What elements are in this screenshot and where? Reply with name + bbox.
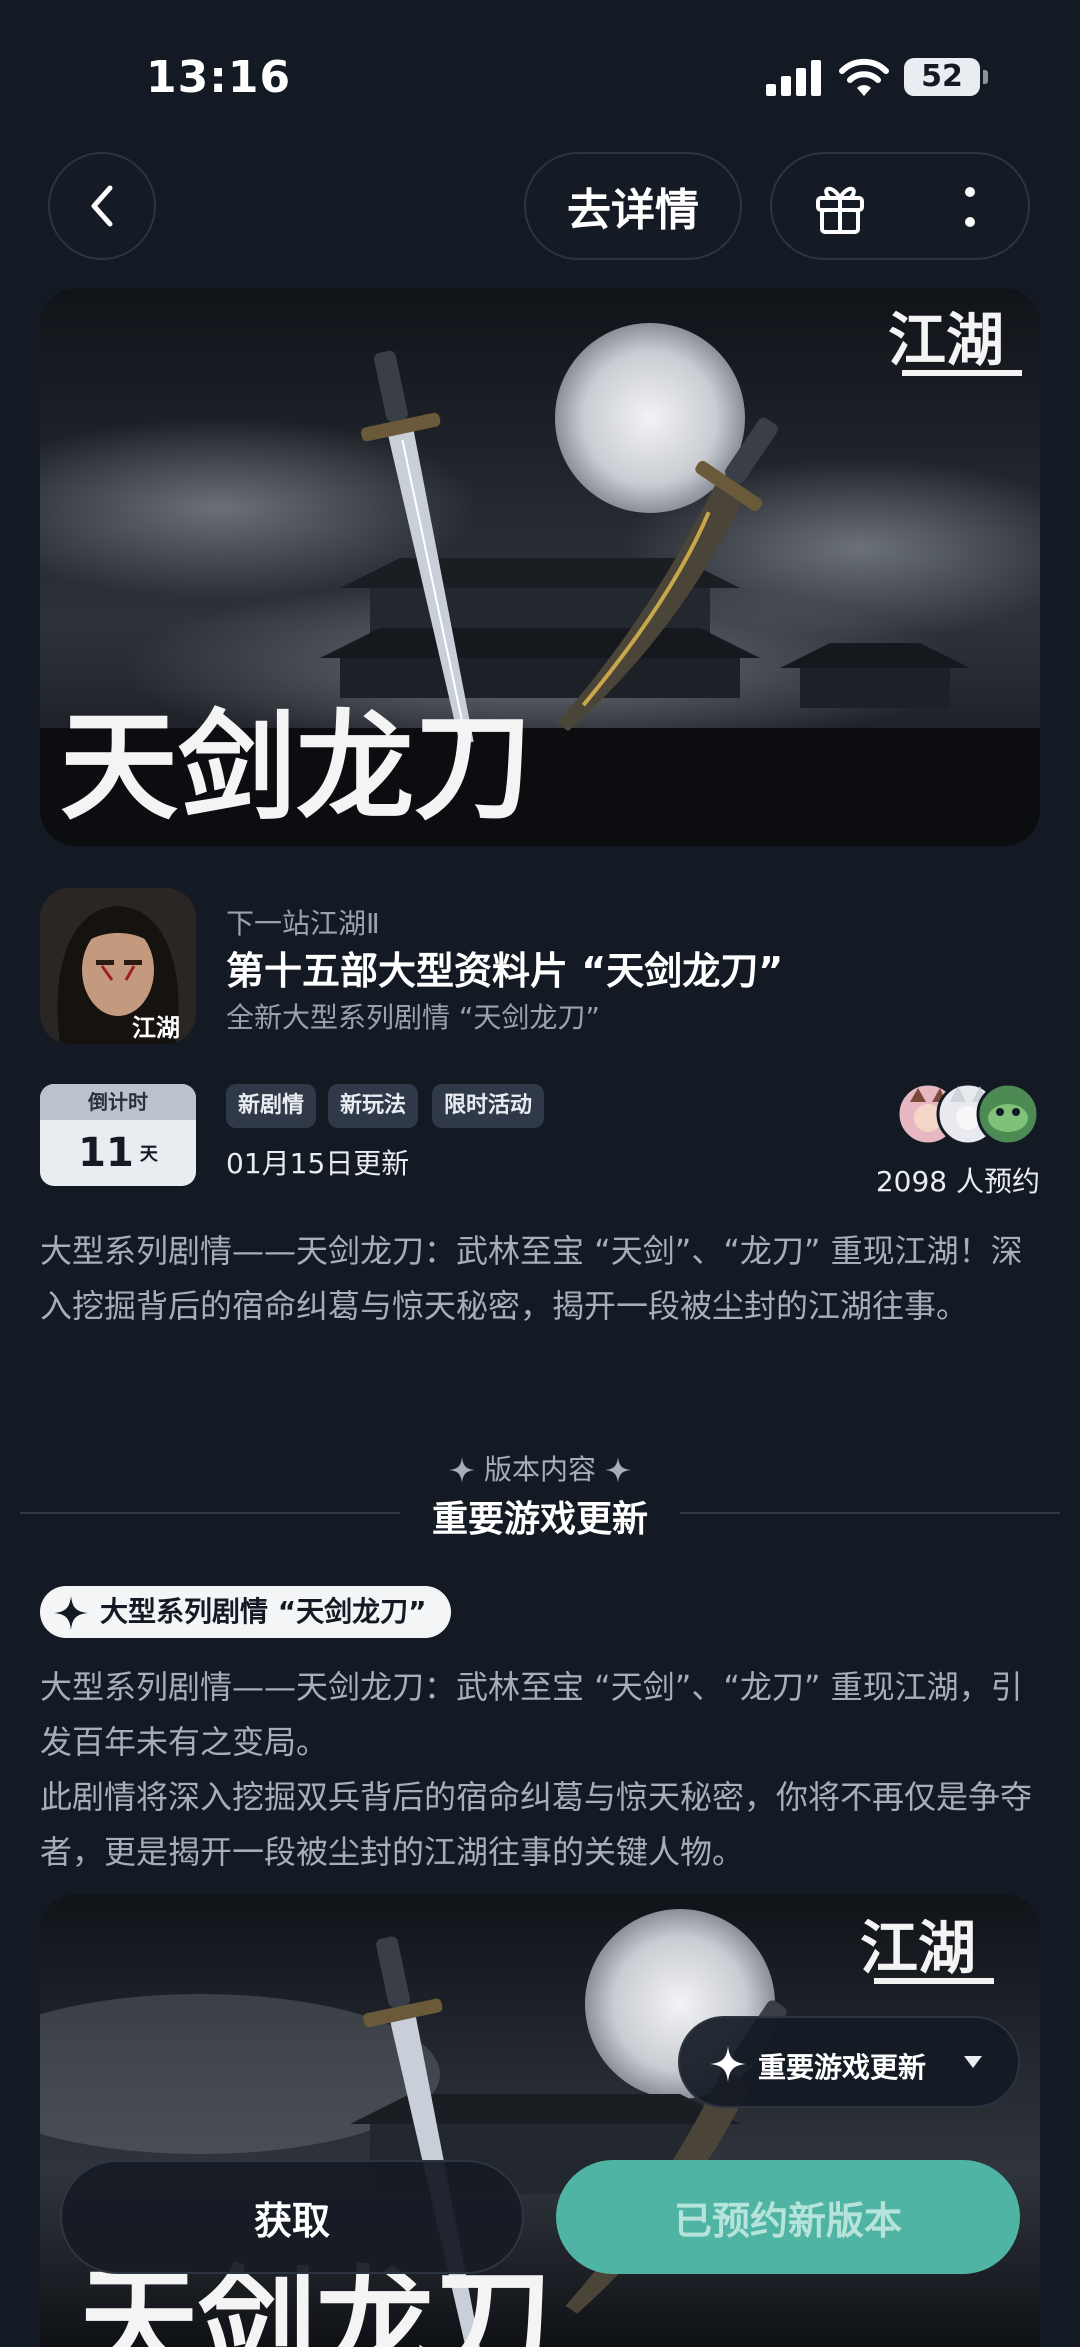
- version-body-line: 大型系列剧情——天剑龙刀：武林至宝 “天剑”、“龙刀” 重现江湖，引发百年未有之…: [40, 1668, 1023, 1761]
- get-button[interactable]: 获取: [60, 2160, 524, 2274]
- app-subtitle: 下一站江湖Ⅱ: [226, 907, 380, 940]
- countdown-unit: 天: [139, 1144, 158, 1165]
- tag-new-gameplay: 新玩法: [328, 1084, 419, 1128]
- caret-down-icon: [964, 2056, 982, 2068]
- banner-logo: 江湖: [888, 306, 1004, 374]
- reserved-new-version-button[interactable]: 已预约新版本: [556, 2160, 1020, 2274]
- gift-icon[interactable]: [812, 180, 868, 236]
- update-date: 01月15日更新: [226, 1147, 410, 1180]
- intro-text: 大型系列剧情——天剑龙刀：武林至宝 “天剑”、“龙刀” 重现江湖！深入挖掘背后的…: [40, 1232, 1023, 1325]
- back-button[interactable]: [48, 152, 156, 260]
- feature-tag-label: 大型系列剧情 “天剑龙刀”: [100, 1595, 427, 1628]
- version-label: 版本内容: [483, 1453, 596, 1486]
- countdown-label: 倒计时: [40, 1084, 196, 1120]
- go-to-details-button[interactable]: 去详情: [524, 152, 742, 260]
- tag-limited-event: 限时活动: [432, 1084, 545, 1128]
- feature-tag: 大型系列剧情 “天剑龙刀”: [40, 1586, 451, 1638]
- app-title: 第十五部大型资料片 “天剑龙刀”: [226, 949, 784, 993]
- more-options-icon[interactable]: [962, 182, 978, 234]
- hero-banner-image[interactable]: 天剑龙刀 江湖: [40, 288, 1040, 846]
- version-body-line: 此剧情将深入挖掘双兵背后的宿命纠葛与惊天秘密，你将不再仅是争夺者，更是揭开一段被…: [40, 1778, 1033, 1871]
- sparkle-icon: [449, 1457, 476, 1483]
- chevron-left-icon: [91, 185, 113, 227]
- app-description: 全新大型系列剧情 “天剑龙刀”: [226, 1001, 600, 1034]
- battery-indicator: 52: [904, 58, 988, 96]
- sparkle-icon: [54, 1596, 88, 1630]
- banner-calligraphy-title: 天剑龙刀: [60, 697, 532, 836]
- wifi-icon: [839, 58, 889, 96]
- actions-pill: [770, 152, 1030, 260]
- cellular-signal-icon: [766, 60, 821, 96]
- section-jump-dropdown[interactable]: 重要游戏更新: [678, 2016, 1020, 2108]
- app-icon-caption: 江湖: [132, 1013, 180, 1042]
- sparkle-icon: [710, 2046, 746, 2082]
- status-time: 13:16: [146, 52, 292, 103]
- version-title: 重要游戏更新: [431, 1499, 648, 1540]
- version-label-row: 版本内容: [0, 1448, 1080, 1488]
- version-body: 大型系列剧情——天剑龙刀：武林至宝 “天剑”、“龙刀” 重现江湖，引发百年未有之…: [40, 1660, 1050, 1880]
- countdown-days: 11: [78, 1130, 134, 1176]
- section-jump-label: 重要游戏更新: [758, 2051, 927, 2084]
- countdown-badge: 倒计时 11 天: [40, 1084, 196, 1186]
- reserve-count: 2098 人预约: [875, 1165, 1040, 1198]
- banner2-logo: 江湖: [860, 1914, 976, 1982]
- reserver-avatars: [896, 1082, 1040, 1146]
- app-icon[interactable]: 江湖: [40, 888, 196, 1044]
- content-banner-image: 江湖 天剑龙刀: [40, 1894, 1040, 2347]
- sparkle-icon: [604, 1457, 631, 1483]
- tag-new-story: 新剧情: [226, 1084, 317, 1128]
